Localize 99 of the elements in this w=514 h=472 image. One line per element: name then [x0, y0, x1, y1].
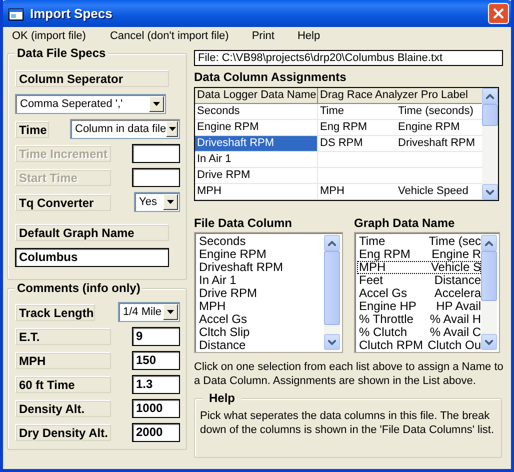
field-label: E.T.	[15, 328, 111, 345]
field-label: MPH	[15, 352, 111, 369]
dropdown-value: Column in data file	[74, 123, 166, 135]
list-item[interactable]: In Air 1	[197, 274, 324, 287]
scroll-down-button[interactable]	[482, 184, 498, 200]
scroll-thumb[interactable]	[482, 104, 498, 126]
scrollbar[interactable]	[324, 235, 340, 350]
scroll-up-button[interactable]	[324, 235, 340, 251]
input-field[interactable]: 1.3	[132, 375, 180, 394]
table-cell-text: Time (seconds)	[397, 104, 474, 119]
section-title: File Data Column	[194, 216, 294, 231]
column-header[interactable]: Drag Race Analyzer Pro Label	[318, 88, 482, 103]
list-item[interactable]: Accel Gs Accelera	[357, 287, 481, 300]
menu-item[interactable]: Print	[236, 30, 282, 42]
input-field[interactable]: 2000	[132, 423, 180, 442]
input-field[interactable]	[132, 168, 180, 187]
field-label: 60 ft Time	[15, 376, 111, 393]
field-label: Time Increment	[15, 145, 111, 162]
list-item[interactable]: % Clutch % Avail C	[357, 326, 481, 339]
input-field[interactable]	[132, 144, 180, 163]
scroll-down-button[interactable]	[481, 334, 497, 350]
group-title: Help	[203, 391, 242, 405]
input-field[interactable]: 1000	[132, 399, 180, 418]
scrollbar[interactable]	[482, 88, 498, 200]
list-item[interactable]: Eng RPM Engine R	[357, 248, 481, 261]
list-item[interactable]: Time Time (sec	[357, 235, 481, 248]
table-cell-text: Eng RPM	[319, 120, 368, 135]
menu-item[interactable]: Cancel (don't import file)	[92, 30, 236, 42]
dropdown-value: Yes	[138, 196, 158, 208]
field-label: Start Time	[15, 169, 111, 186]
table-cell[interactable]: Driveshaft RPM	[195, 136, 318, 151]
section-title: Graph Data Name	[354, 216, 456, 231]
caret-icon	[153, 102, 160, 106]
dropdown-button[interactable]	[163, 304, 178, 320]
field-label: Dry Density Alt.	[15, 424, 111, 441]
list-item[interactable]: Engine RPM	[197, 248, 324, 261]
list-item[interactable]: Accel Gs	[197, 313, 324, 326]
table-cell-text: Vehicle Speed	[397, 184, 470, 199]
table-cell[interactable]: Drive RPM	[195, 168, 318, 183]
scroll-thumb[interactable]	[324, 251, 340, 325]
list-item[interactable]: Seconds	[197, 235, 324, 248]
dropdown[interactable]: Column in data file	[70, 119, 180, 139]
caret-icon	[167, 310, 174, 314]
list-item[interactable]: MPH Vehicle S	[357, 261, 481, 274]
list-item[interactable]: Clutch RPM Clutch Ou	[357, 339, 481, 350]
dropdown[interactable]: 1/4 Mile	[118, 302, 180, 322]
close-button[interactable]	[488, 3, 509, 24]
table-cell[interactable]: MPH	[195, 184, 318, 199]
field-label: Time	[15, 120, 49, 138]
table-cell-text: DS RPM	[319, 136, 364, 151]
field-label: Tq Converter	[15, 194, 111, 210]
input-field[interactable]: 9	[132, 327, 180, 346]
table-cell-text: Time	[319, 104, 346, 119]
dropdown[interactable]: Comma Seperated ','	[15, 94, 166, 114]
help-text: Pick what seperates the data columns in this file. The break down of the columns is shown in the 'File Data Columns' list.	[200, 409, 495, 437]
menu-item[interactable]: OK (import file)	[5, 30, 93, 42]
input-field[interactable]: 150	[132, 351, 180, 370]
window-title: Import Specs	[30, 6, 114, 21]
list-item[interactable]: Distance	[197, 339, 324, 350]
dropdown-button[interactable]	[149, 96, 164, 112]
field-label: Column Seperator	[15, 70, 169, 87]
list-item[interactable]: Drive RPM	[197, 287, 324, 300]
scroll-down-button[interactable]	[324, 334, 340, 350]
list-item[interactable]: % Throttle % Avail H	[357, 313, 481, 326]
dropdown-button[interactable]	[166, 121, 178, 137]
list-item[interactable]: Driveshaft RPM	[197, 261, 324, 274]
instructions-text: Click on one selection from each list above to assign a Name to a Data Column. Assignments are shown in the List above.	[194, 360, 504, 388]
table-cell[interactable]: Engine RPM	[195, 120, 318, 135]
window-icon	[8, 6, 24, 20]
group-title: Comments (info only)	[15, 281, 142, 295]
field-label: Track Length	[15, 304, 95, 320]
table-cell-text: MPH	[319, 184, 346, 199]
caret-icon	[168, 127, 176, 131]
list-item[interactable]: MPH	[197, 300, 324, 313]
scrollbar[interactable]	[481, 235, 497, 350]
scroll-up-button[interactable]	[482, 88, 498, 104]
dropdown[interactable]: Yes	[134, 192, 180, 212]
list-item[interactable]: Feet Distance	[357, 274, 481, 287]
dropdown-value: 1/4 Mile	[122, 306, 163, 318]
input-field[interactable]: Columbus	[15, 248, 169, 267]
file-path-field: File: C:\VB98\projects6\drp20\Columbus Blaine.txt	[194, 50, 503, 66]
scroll-thumb[interactable]	[481, 251, 497, 301]
list-item[interactable]: Cltch Slip	[197, 326, 324, 339]
dropdown-button[interactable]	[163, 194, 178, 210]
menu-item[interactable]: Help	[281, 30, 328, 42]
caret-icon	[167, 200, 174, 204]
field-label: Density Alt.	[15, 400, 111, 417]
dropdown-value: Comma Seperated ','	[19, 98, 124, 110]
table-cell-text: Engine RPM	[397, 120, 461, 135]
table-cell-text: Driveshaft RPM	[397, 136, 476, 151]
section-title: Data Column Assignments	[194, 70, 348, 85]
group-title: Data File Specs	[15, 46, 108, 60]
close-icon	[493, 8, 504, 19]
table-cell[interactable]: Seconds	[195, 104, 318, 119]
field-label: Default Graph Name	[15, 224, 169, 241]
list-item[interactable]: Engine HP HP Avail	[357, 300, 481, 313]
column-header[interactable]: Data Logger Data Name	[195, 88, 318, 103]
scroll-up-button[interactable]	[481, 235, 497, 251]
table-cell[interactable]: In Air 1	[195, 152, 318, 167]
